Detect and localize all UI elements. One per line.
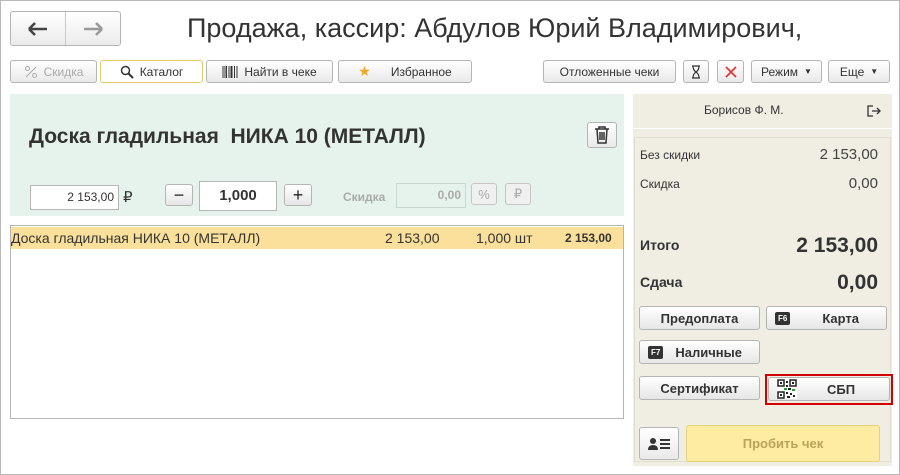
more-label: Еще <box>839 64 865 79</box>
discount-total-label: Скидка <box>640 177 680 191</box>
cash-payment-button[interactable]: F7 Наличные <box>639 340 760 364</box>
hourglass-button[interactable] <box>683 60 709 83</box>
card-label: Карта <box>822 310 860 326</box>
deferred-checks-label: Отложенные чеки <box>559 64 660 79</box>
favorites-button-label: Избранное <box>390 64 452 79</box>
sales-window: Продажа, кассир: Абдулов Юрий Владимиров… <box>0 0 900 475</box>
product-panel: Доска гладильная НИКА 10 (МЕТАЛЛ) 2 153,… <box>10 94 624 216</box>
mode-label: Режим <box>761 64 799 79</box>
totals-section: Без скидки 2 153,00 Скидка 0,00 Итого 2 … <box>634 137 891 462</box>
cash-label: Наличные <box>675 344 742 360</box>
navigation-buttons <box>10 11 121 46</box>
discount-button[interactable]: Скидка <box>10 60 97 83</box>
product-name: Доска гладильная НИКА 10 (МЕТАЛЛ) <box>29 125 426 148</box>
f7-key-badge: F7 <box>648 345 664 359</box>
item-discount-label: Скидка <box>343 190 386 204</box>
customer-section: Борисов Ф. М. <box>633 94 892 126</box>
ruble-icon: ₽ <box>513 186 523 201</box>
discount-total-value: 0,00 <box>848 175 878 192</box>
barcode-icon <box>222 65 238 78</box>
arrow-left-icon <box>28 21 47 36</box>
change-value: 0,00 <box>837 271 878 294</box>
certificate-label: Сертификат <box>660 380 739 396</box>
prepayment-button[interactable]: Предоплата <box>639 306 760 330</box>
catalog-button-label: Каталог <box>139 64 184 79</box>
f6-key-badge: F6 <box>775 311 791 325</box>
hourglass-icon <box>692 64 700 79</box>
quantity-input[interactable]: 1,000 <box>199 181 277 211</box>
loyalty-card-button[interactable] <box>639 427 679 460</box>
print-check-label: Пробить чек <box>742 436 824 451</box>
percent-icon: % <box>478 186 490 202</box>
card-payment-button[interactable]: F6 Карта <box>766 306 887 330</box>
favorites-button[interactable]: ★ Избранное <box>338 60 472 83</box>
qr-code-icon <box>777 379 797 399</box>
chevron-down-icon: ▼ <box>804 67 812 76</box>
search-icon <box>120 65 134 79</box>
divider <box>633 128 892 129</box>
table-row[interactable]: Доска гладильная НИКА 10 (МЕТАЛЛ) 2 153,… <box>11 227 623 249</box>
delete-item-button[interactable] <box>587 122 617 148</box>
chevron-down-icon: ▼ <box>870 67 879 76</box>
page-title: Продажа, кассир: Абдулов Юрий Владимиров… <box>187 13 803 43</box>
logout-icon <box>867 105 881 117</box>
item-quantity-cell: 1,000 шт <box>476 230 533 246</box>
percent-discount-button[interactable]: % <box>471 183 497 205</box>
arrow-right-icon <box>84 21 103 36</box>
item-discount-input[interactable]: 0,00 <box>396 183 466 208</box>
mode-menu-button[interactable]: Режим ▼ <box>751 60 822 83</box>
certificate-button[interactable]: Сертификат <box>639 376 760 400</box>
minus-icon: − <box>173 184 185 205</box>
total-label: Итого <box>640 237 680 253</box>
without-discount-label: Без скидки <box>640 148 701 162</box>
print-check-button[interactable]: Пробить чек <box>686 425 880 462</box>
close-icon <box>724 65 737 78</box>
discount-button-label: Скидка <box>43 64 84 79</box>
find-in-check-label: Найти в чеке <box>244 64 317 79</box>
total-value: 2 153,00 <box>796 234 878 257</box>
trash-icon <box>595 126 609 144</box>
star-icon: ★ <box>358 63 371 79</box>
sbp-label: СБП <box>827 381 856 397</box>
change-label: Сдача <box>640 274 683 290</box>
item-price-cell: 2 153,00 <box>385 230 440 246</box>
clear-customer-button[interactable] <box>861 100 887 122</box>
forward-button[interactable] <box>65 12 120 45</box>
plus-icon: + <box>292 184 304 205</box>
more-menu-button[interactable]: Еще ▼ <box>828 60 890 83</box>
without-discount-value: 2 153,00 <box>819 146 878 163</box>
percent-icon <box>24 65 38 79</box>
ruble-discount-button[interactable]: ₽ <box>505 183 531 205</box>
find-in-check-button[interactable]: Найти в чеке <box>206 60 333 83</box>
catalog-button[interactable]: Каталог <box>100 60 203 83</box>
price-input[interactable]: 2 153,00 <box>30 185 119 210</box>
prepayment-label: Предоплата <box>660 310 739 326</box>
back-button[interactable] <box>11 12 65 45</box>
id-card-icon <box>648 437 670 450</box>
increase-quantity-button[interactable]: + <box>284 184 312 206</box>
decrease-quantity-button[interactable]: − <box>165 184 193 206</box>
deferred-checks-button[interactable]: Отложенные чеки <box>543 60 676 83</box>
customer-name[interactable]: Борисов Ф. М. <box>704 103 784 117</box>
cancel-button[interactable] <box>717 60 744 83</box>
item-name-cell: Доска гладильная НИКА 10 (МЕТАЛЛ) <box>11 230 261 246</box>
sbp-payment-button[interactable]: СБП <box>768 377 890 401</box>
item-total-cell: 2 153,00 <box>565 231 612 245</box>
payment-panel: Борисов Ф. М. Без скидки 2 153,00 Скидка… <box>633 94 892 466</box>
check-items-table: Доска гладильная НИКА 10 (МЕТАЛЛ) 2 153,… <box>10 225 624 419</box>
currency-symbol: ₽ <box>123 189 133 206</box>
